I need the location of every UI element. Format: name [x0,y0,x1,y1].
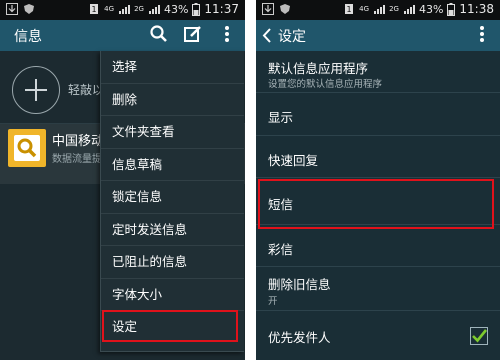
menu-item-font-size[interactable]: 字体大小 [101,279,244,311]
more-options-icon[interactable] [217,24,237,44]
conversation-preview: 数据流量提 [52,154,102,165]
sim-icon: 1 [90,4,99,14]
priority-sender-checkbox[interactable] [470,327,488,345]
setting-delete-old[interactable]: 删除旧信息 开 [256,267,500,311]
status-bar: 1 4G 2G 43% 11:37 [0,0,245,20]
download-icon [262,3,274,15]
setting-priority-sender[interactable]: 优先发件人 [256,311,500,360]
menu-item-folder-view[interactable]: 文件夹查看 [101,116,244,149]
magnifier-icon [14,135,40,161]
overflow-menu: 选择 删除 文件夹查看 信息草稿 锁定信息 定时发送信息 已阻止的信息 字体大小… [100,51,244,352]
network-4g-label: 4G [359,4,370,13]
setting-label: 彩信 [268,242,294,257]
search-icon[interactable] [149,24,169,44]
more-options-icon[interactable] [472,24,492,44]
setting-label: 优先发件人 [268,330,331,345]
menu-item-blocked[interactable]: 已阻止的信息 [101,246,244,279]
menu-item-select[interactable]: 选择 [101,51,244,84]
signal-icon [403,5,415,14]
checkmark-icon [472,329,488,343]
setting-quick-reply[interactable]: 快速回复 [256,136,500,178]
network-2g-label: 2G [134,4,144,13]
sim-icon: 1 [345,4,354,14]
new-message-hint: 轻敲以 [68,83,105,97]
sms-highlight-box [258,179,494,229]
clock: 11:37 [204,2,239,16]
left-phone-screen: 1 4G 2G 43% 11:37 信息 轻敲以 中国移动 数据流量提 选择 删… [0,0,245,360]
shield-icon [24,4,34,14]
battery-icon [447,2,456,16]
contact-avatar-icon [8,129,46,167]
app-bar: 信息 [0,20,245,51]
setting-description: 设置您的默认信息应用程序 [268,79,383,90]
clock: 11:38 [459,2,494,16]
setting-mms[interactable]: 彩信 [256,225,500,267]
right-phone-screen: 1 4G 2G 43% 11:38 设定 默认信息应用程序 设置您的默认信息应用… [256,0,500,360]
network-2g-label: 2G [389,4,399,13]
battery-percent: 43% [163,2,189,16]
page-title: 设定 [278,29,306,45]
compose-icon[interactable] [183,24,203,44]
page-title: 信息 [14,29,42,45]
signal-icon [119,5,131,14]
network-4g-label: 4G [104,4,115,13]
setting-display[interactable]: 显示 [256,93,500,136]
svg-text:1: 1 [92,5,97,14]
setting-label: 删除旧信息 [268,277,331,292]
setting-default-app[interactable]: 默认信息应用程序 设置您的默认信息应用程序 [256,51,500,93]
setting-label: 快速回复 [268,153,319,168]
svg-text:1: 1 [347,5,352,14]
menu-item-delete[interactable]: 删除 [101,84,244,116]
settings-highlight-box [102,310,238,342]
download-icon [6,3,18,15]
menu-item-drafts[interactable]: 信息草稿 [101,149,244,181]
add-icon[interactable] [12,66,60,114]
shield-icon [280,4,290,14]
setting-label: 默认信息应用程序 [268,61,369,76]
conversation-name: 中国移动 [52,134,105,149]
setting-description: 开 [268,296,278,307]
back-arrow-icon[interactable] [262,28,272,43]
battery-icon [192,2,201,16]
app-bar: 设定 [256,20,500,51]
status-bar: 1 4G 2G 43% 11:38 [256,0,500,20]
signal-icon [374,5,386,14]
signal-icon [148,5,160,14]
setting-label: 显示 [268,110,294,125]
battery-percent: 43% [418,2,444,16]
menu-item-scheduled[interactable]: 定时发送信息 [101,214,244,246]
menu-item-locked[interactable]: 锁定信息 [101,181,244,214]
